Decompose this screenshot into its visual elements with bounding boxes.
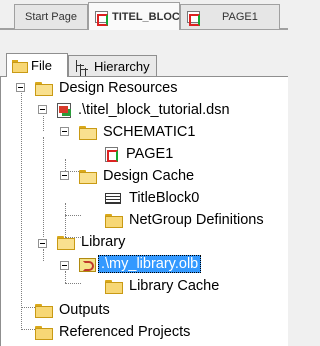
- project-tree: Design Resources .\titel_block_tutorial.…: [0, 76, 288, 346]
- tree-item-netgroup[interactable]: NetGroup Definitions: [105, 209, 266, 231]
- folder-icon: [12, 60, 28, 73]
- design-file-icon: [55, 102, 72, 118]
- collapse-schematic-icon[interactable]: [60, 127, 69, 136]
- tree-item-label: PAGE1: [126, 146, 174, 162]
- document-tabs: Start Page TITEL_BLOCK... PAGE1: [0, 0, 288, 30]
- collapse-design-cache-icon[interactable]: [60, 171, 69, 180]
- folder-open-icon: [35, 82, 53, 96]
- folder-open-icon: [79, 126, 97, 140]
- folder-open-icon: [57, 236, 75, 250]
- tab-titel-block-label: TITEL_BLOCK...: [112, 10, 180, 23]
- tree-item-library[interactable]: Library: [57, 231, 127, 253]
- schematic-page-icon: [95, 10, 108, 26]
- folder-icon: [35, 304, 53, 318]
- tree-item-label: Library Cache: [129, 278, 220, 294]
- tree-line: [21, 93, 22, 330]
- tree-item-dsn-file[interactable]: .\titel_block_tutorial.dsn: [55, 99, 232, 121]
- folder-icon: [105, 214, 123, 228]
- tab-file-label: File: [31, 58, 52, 73]
- tree-line: [65, 215, 81, 216]
- tab-page1-label: PAGE1: [222, 11, 258, 23]
- project-manager-panel: File Hierarchy Design Resources .\titel_…: [0, 30, 288, 346]
- tree-line: [43, 116, 44, 131]
- tree-item-label: .\titel_block_tutorial.dsn: [78, 102, 230, 118]
- tree-item-label: Design Cache: [103, 168, 195, 184]
- tree-line: [65, 159, 66, 171]
- folder-open-icon: [79, 170, 97, 184]
- collapse-design-resources-icon[interactable]: [16, 83, 25, 92]
- tab-hierarchy[interactable]: Hierarchy: [68, 55, 157, 76]
- tree-item-title-block[interactable]: TitleBlock0: [105, 187, 201, 209]
- tree-line: [43, 249, 44, 261]
- tree-line: [65, 283, 81, 284]
- tree-item-label: Design Resources: [59, 80, 178, 96]
- tree-item-referenced-projects[interactable]: Referenced Projects: [35, 321, 192, 343]
- panel-toolbar: [0, 30, 288, 52]
- tree-item-outputs[interactable]: Outputs: [35, 299, 112, 321]
- library-file-icon: [79, 257, 96, 272]
- tree-item-label: Outputs: [59, 302, 110, 318]
- tab-file[interactable]: File: [6, 53, 68, 77]
- tree-item-page1[interactable]: PAGE1: [105, 143, 175, 165]
- collapse-dsn-icon[interactable]: [38, 105, 47, 114]
- tree-item-label: Referenced Projects: [59, 324, 191, 340]
- tree-item-library-cache[interactable]: Library Cache: [105, 275, 221, 297]
- tab-start-page[interactable]: Start Page: [14, 4, 88, 29]
- folder-icon: [35, 326, 53, 340]
- collapse-library-file-icon[interactable]: [60, 261, 69, 270]
- tab-titel-block[interactable]: TITEL_BLOCK...: [88, 2, 180, 30]
- tree-item-design-cache[interactable]: Design Cache: [79, 165, 196, 187]
- title-block-icon: [105, 192, 121, 204]
- schematic-page-icon: [105, 146, 118, 162]
- tree-item-library-file[interactable]: .\my_library.olb: [79, 253, 202, 275]
- tab-hierarchy-label: Hierarchy: [94, 58, 150, 74]
- tree-line: [65, 271, 66, 283]
- tree-item-label: NetGroup Definitions: [129, 212, 264, 228]
- tree-item-design-resources[interactable]: Design Resources: [35, 77, 179, 99]
- tree-line: [43, 137, 44, 237]
- tab-page1[interactable]: PAGE1: [180, 4, 280, 29]
- folder-icon: [105, 280, 123, 294]
- page-icon: [187, 11, 200, 26]
- tab-start-page-label: Start Page: [25, 11, 77, 23]
- tree-item-label: SCHEMATIC1: [103, 124, 196, 140]
- tree-item-label: TitleBlock0: [129, 190, 200, 206]
- tree-item-label-selected: .\my_library.olb: [98, 255, 202, 273]
- tree-item-label: Library: [81, 234, 126, 250]
- tree-item-schematic[interactable]: SCHEMATIC1: [79, 121, 197, 143]
- collapse-library-icon[interactable]: [38, 239, 47, 248]
- hierarchy-icon: [74, 59, 89, 73]
